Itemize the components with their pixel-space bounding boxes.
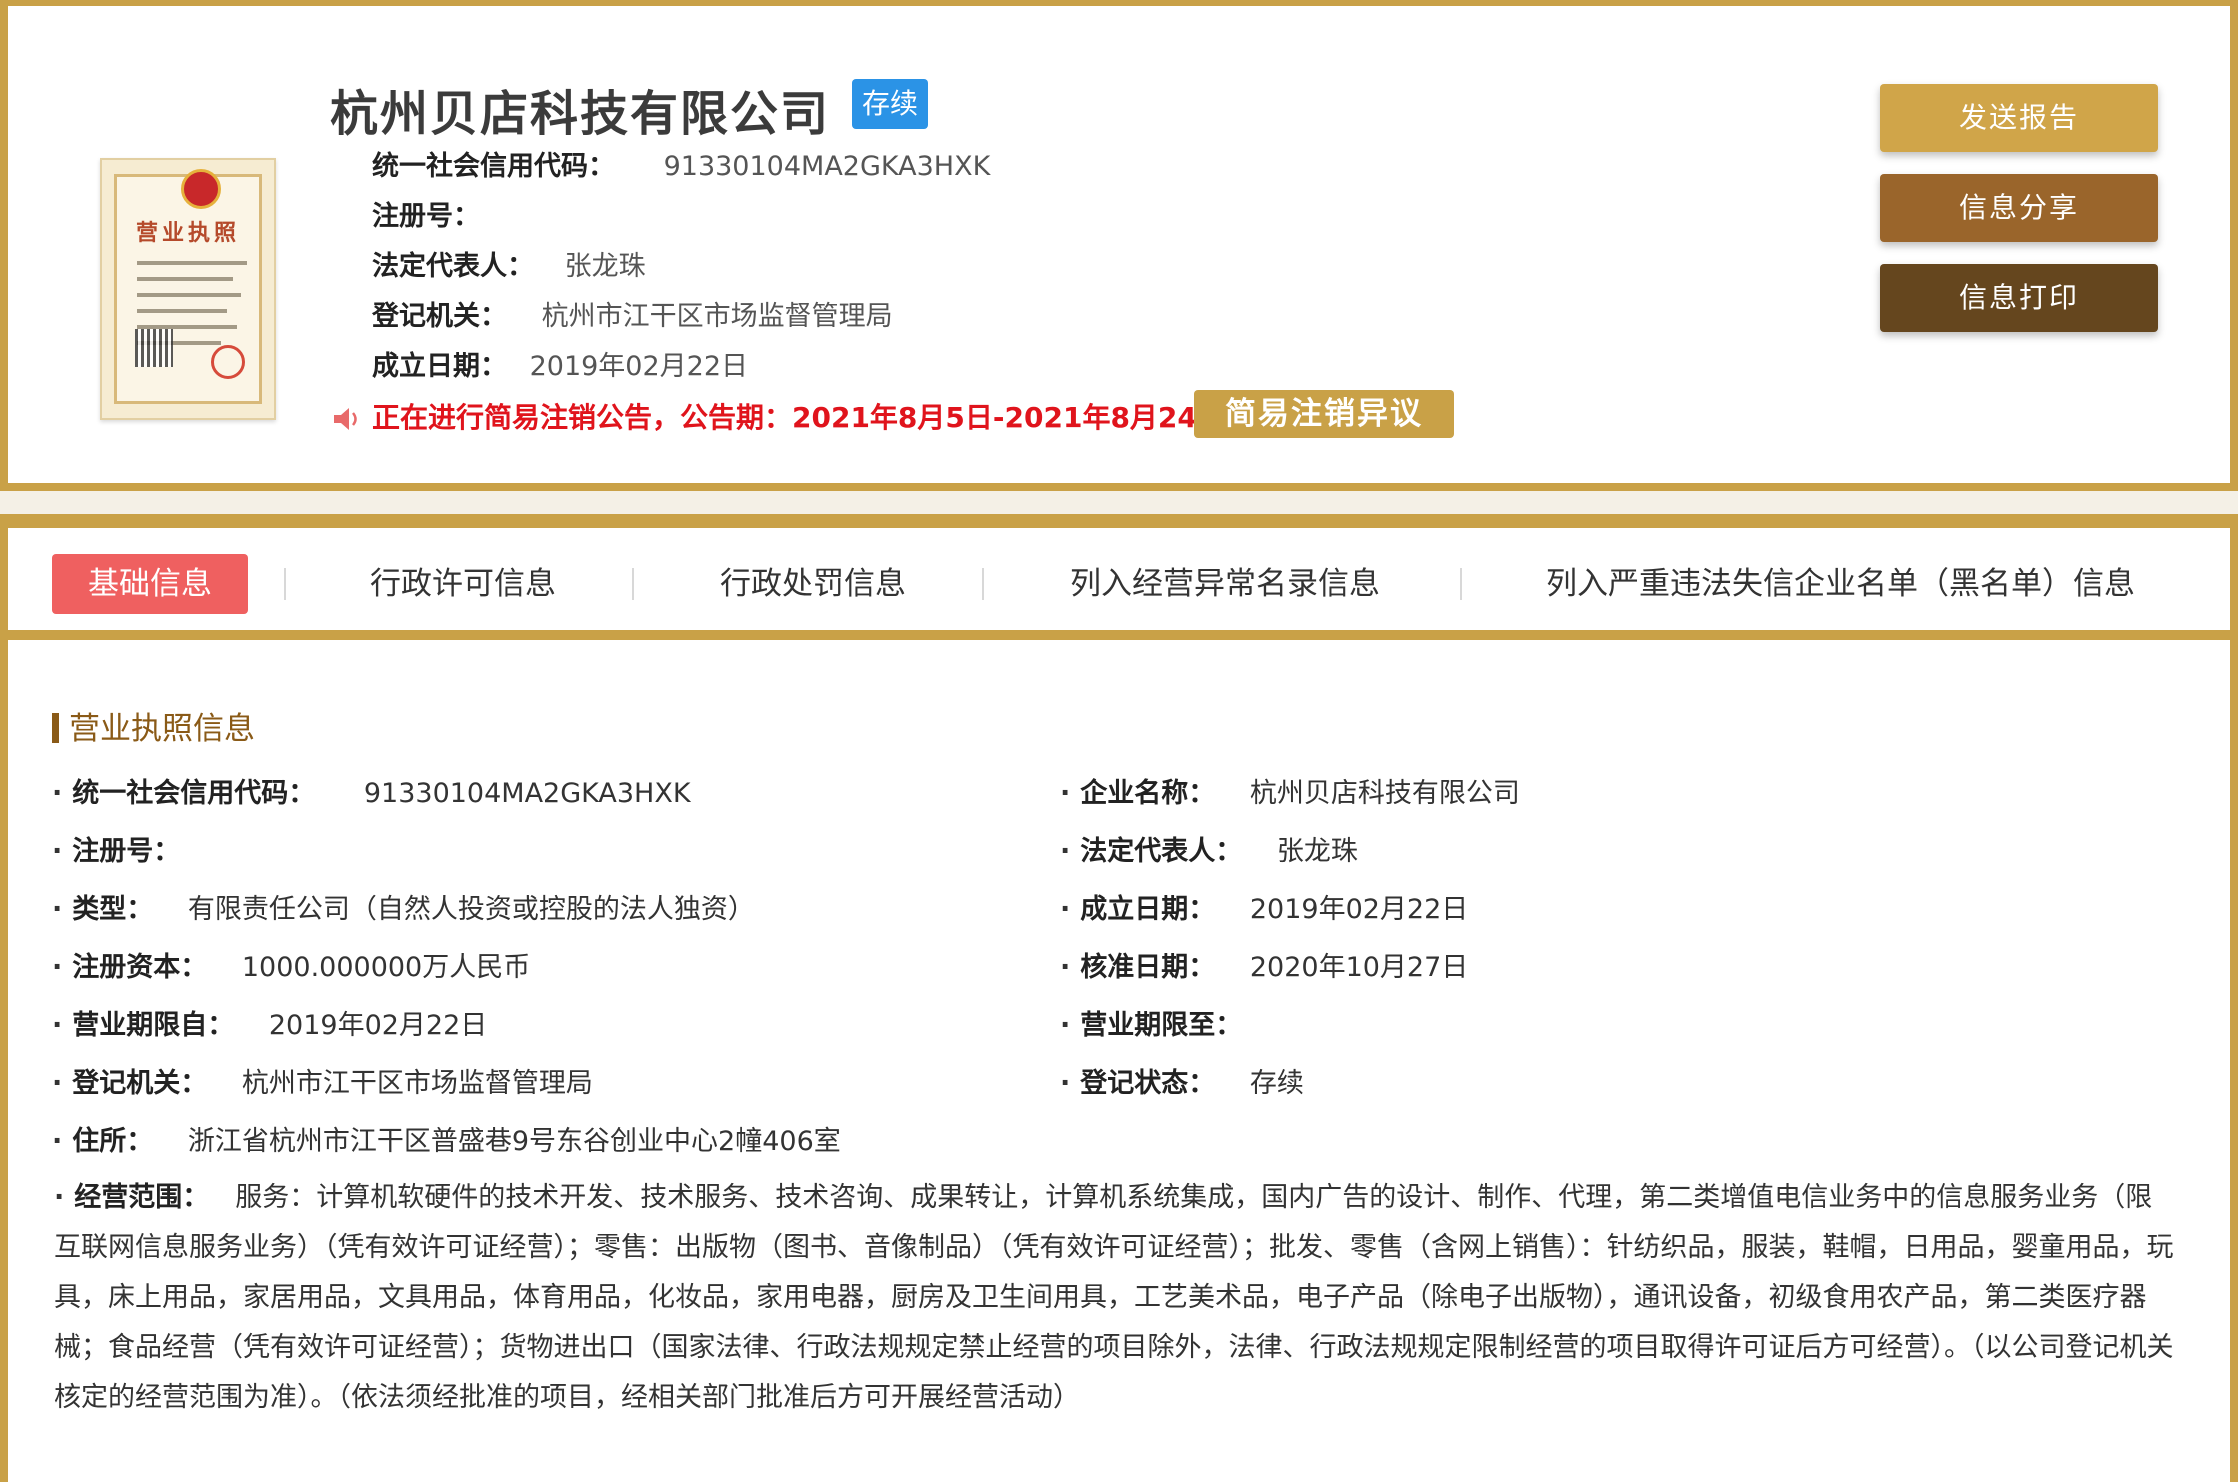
field-address: · 住所： 浙江省杭州市江干区普盛巷9号东谷创业中心2幢406室: [52, 1126, 841, 1157]
founded-row: 成立日期： 2019年02月22日: [372, 344, 748, 383]
field-label: 企业名称：: [1080, 778, 1216, 809]
license-text-line: [137, 277, 233, 281]
license-text-line: [137, 261, 247, 265]
field-label: 登记机关：: [72, 1068, 208, 1099]
tab-admin-license[interactable]: 行政许可信息: [370, 554, 556, 614]
business-scope-value: 服务：计算机软硬件的技术开发、技术服务、技术咨询、成果转让，计算机系统集成，国内…: [54, 1182, 2174, 1413]
authority-value: 杭州市江干区市场监督管理局: [541, 301, 893, 332]
license-title: 营业执照: [135, 221, 240, 246]
tab-separator: [982, 568, 984, 600]
field-label: 类型：: [72, 894, 154, 925]
qr-code-icon: [135, 329, 173, 367]
tab-bar: 基础信息 行政许可信息 行政处罚信息 列入经营异常名录信息 列入严重违法失信企业…: [8, 528, 2230, 640]
legal-rep-value: 张龙珠: [564, 251, 646, 282]
field-value: 张龙珠: [1276, 836, 1358, 867]
field-credit-code: · 统一社会信用代码： 91330104MA2GKA3HXK: [52, 778, 691, 809]
field-label: 注册资本：: [72, 952, 208, 983]
business-scope-label: 经营范围：: [74, 1182, 210, 1213]
field-value: 杭州市江干区市场监督管理局: [241, 1068, 593, 1099]
field-label: 登记状态：: [1080, 1068, 1216, 1099]
field-label: 统一社会信用代码：: [72, 778, 316, 809]
field-value: 1000.000000万人民币: [241, 952, 531, 983]
field-capital: · 注册资本： 1000.000000万人民币: [52, 952, 531, 983]
credit-code-label: 统一社会信用代码：: [372, 151, 615, 182]
business-license-image[interactable]: 营业执照: [100, 158, 276, 420]
field-label: 营业期限自：: [72, 1010, 235, 1041]
status-badge: 存续: [852, 79, 928, 129]
panel-divider: [0, 491, 2238, 514]
tab-basic-info[interactable]: 基础信息: [52, 554, 248, 614]
tab-blacklist[interactable]: 列入严重违法失信企业名单（黑名单）信息: [1546, 554, 2135, 614]
field-legal-rep: · 法定代表人： 张龙珠: [1060, 836, 1358, 867]
field-value: 2020年10月27日: [1249, 952, 1469, 983]
field-label: 注册号：: [72, 836, 181, 867]
reg-no-row: 注册号：: [372, 194, 480, 233]
field-value: 有限责任公司（自然人投资或控股的法人独资）: [187, 894, 755, 925]
tab-separator: [632, 568, 634, 600]
authority-row: 登记机关： 杭州市江干区市场监督管理局: [372, 294, 893, 333]
field-label: 核准日期：: [1080, 952, 1216, 983]
print-info-button[interactable]: 信息打印: [1880, 264, 2158, 332]
tab-separator: [284, 568, 286, 600]
field-term-from: · 营业期限自： 2019年02月22日: [52, 1010, 488, 1041]
deregistration-objection-button[interactable]: 简易注销异议: [1194, 390, 1454, 438]
national-emblem-icon: [181, 169, 221, 209]
license-text-line: [137, 309, 227, 313]
business-scope: · 经营范围： 服务：计算机软硬件的技术开发、技术服务、技术咨询、成果转让，计算机系…: [54, 1182, 2174, 1413]
reg-no-label: 注册号：: [372, 201, 480, 232]
field-company-name: · 企业名称： 杭州贝店科技有限公司: [1060, 778, 1520, 809]
founded-label: 成立日期：: [372, 351, 507, 382]
tab-abnormal-operation[interactable]: 列入经营异常名录信息: [1070, 554, 1380, 614]
license-frame: 营业执照: [114, 169, 262, 404]
field-authority: · 登记机关： 杭州市江干区市场监督管理局: [52, 1068, 593, 1099]
field-value: 2019年02月22日: [268, 1010, 488, 1041]
section-title: 营业执照信息: [52, 703, 255, 748]
field-value: 91330104MA2GKA3HXK: [363, 778, 691, 809]
share-info-button[interactable]: 信息分享: [1880, 174, 2158, 242]
tab-separator: [1460, 568, 1462, 600]
send-report-button[interactable]: 发送报告: [1880, 84, 2158, 152]
field-type: · 类型： 有限责任公司（自然人投资或控股的法人独资）: [52, 894, 755, 925]
field-label: 法定代表人：: [1080, 836, 1243, 867]
field-value: 杭州贝店科技有限公司: [1249, 778, 1520, 809]
field-value: 存续: [1249, 1068, 1304, 1099]
legal-rep-label: 法定代表人：: [372, 251, 534, 282]
deregistration-notice: 正在进行简易注销公告，公告期：2021年8月5日-2021年8月24日: [372, 401, 1225, 434]
section-title-text: 营业执照信息: [69, 711, 255, 747]
field-label: 营业期限至：: [1080, 1010, 1243, 1041]
field-value: 2019年02月22日: [1249, 894, 1469, 925]
authority-label: 登记机关：: [372, 301, 507, 332]
credit-code-row: 统一社会信用代码： 91330104MA2GKA3HXK: [372, 144, 990, 183]
company-header-panel: 营业执照 杭州贝店科技有限公司 存续 统一社会信用代码： 91330104MA2…: [0, 0, 2238, 491]
details-panel: 基础信息 行政许可信息 行政处罚信息 列入经营异常名录信息 列入严重违法失信企业…: [0, 514, 2238, 1482]
field-reg-no: · 注册号：: [52, 836, 181, 867]
field-approval-date: · 核准日期： 2020年10月27日: [1060, 952, 1469, 983]
field-founded: · 成立日期： 2019年02月22日: [1060, 894, 1469, 925]
company-name-title: 杭州贝店科技有限公司: [330, 86, 831, 142]
field-term-to: · 营业期限至：: [1060, 1010, 1243, 1041]
field-label: 成立日期：: [1080, 894, 1216, 925]
founded-value: 2019年02月22日: [529, 351, 749, 382]
field-reg-status: · 登记状态： 存续: [1060, 1068, 1304, 1099]
official-seal-icon: [211, 345, 245, 379]
speaker-icon: [334, 408, 357, 430]
legal-rep-row: 法定代表人： 张龙珠: [372, 244, 646, 283]
field-label: 住所：: [72, 1126, 154, 1157]
section-title-bar: [52, 713, 59, 743]
license-text-line: [137, 293, 241, 297]
credit-code-value: 91330104MA2GKA3HXK: [663, 151, 991, 182]
field-value: 浙江省杭州市江干区普盛巷9号东谷创业中心2幢406室: [187, 1126, 841, 1157]
tab-admin-penalty[interactable]: 行政处罚信息: [720, 554, 906, 614]
